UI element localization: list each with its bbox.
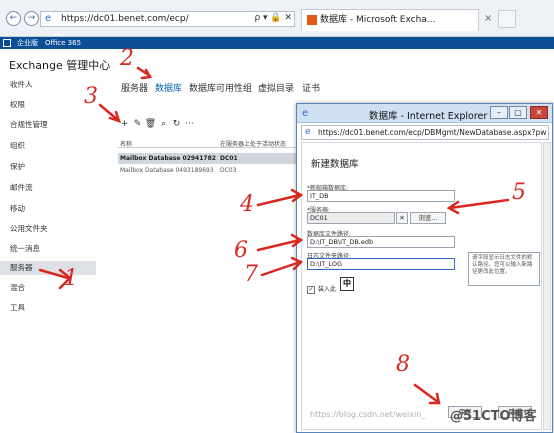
edit-icon[interactable]: ✎ bbox=[131, 119, 144, 129]
address-tools[interactable]: ρ ▾ 🔒 ✕ bbox=[252, 11, 296, 27]
mount-checkbox[interactable]: ✓ bbox=[307, 285, 315, 294]
nav-item-servers[interactable]: 服务器 bbox=[0, 261, 96, 275]
annotation-arrow-2 bbox=[136, 66, 153, 80]
ime-indicator: 中 bbox=[340, 277, 354, 291]
delete-icon[interactable]: 🗑 bbox=[144, 119, 157, 129]
log-path-tooltip: 请字段显示日志文件的默认路径。您可以输入新路径更改此位置。 bbox=[468, 252, 540, 286]
form-title: 新建数据库 bbox=[311, 159, 359, 170]
more-icon[interactable]: ··· bbox=[183, 119, 196, 129]
annotation-arrow-6 bbox=[256, 233, 304, 252]
log-path-input[interactable]: D:\IT_LOG bbox=[307, 258, 455, 270]
row-server: DC03 bbox=[220, 167, 237, 174]
nav-item-unified-messaging[interactable]: 统一消息 bbox=[0, 242, 96, 256]
annotation-number-2: 2 bbox=[120, 46, 134, 71]
annotation-number-5: 5 bbox=[512, 180, 526, 205]
db-name-input[interactable]: IT_DB bbox=[307, 190, 455, 202]
table-row[interactable]: Mailbox Database 0493189693 DC03 bbox=[118, 165, 298, 176]
annotation-number-3: 3 bbox=[84, 84, 98, 109]
row-name: Mailbox Database 02941782... bbox=[120, 155, 216, 162]
address-url: https://dc01.benet.com/ecp/ bbox=[61, 14, 189, 24]
exchange-tab-icon bbox=[307, 15, 317, 25]
column-active-server[interactable]: 在服务器上处于活动状态 bbox=[220, 139, 286, 148]
nav-item-mobile[interactable]: 移动 bbox=[0, 202, 96, 216]
mount-label: 装入此 bbox=[318, 286, 337, 293]
toolbar: + ✎ 🗑 ⌕ ↻ ··· bbox=[118, 119, 298, 131]
office365-bar: 企业版 Office 365 bbox=[0, 37, 554, 49]
office-logo-icon bbox=[3, 39, 11, 47]
close-button[interactable]: ✕ bbox=[530, 106, 548, 119]
server-input[interactable]: DC01 bbox=[307, 212, 395, 224]
browse-button[interactable]: 浏览... bbox=[410, 212, 446, 224]
back-arrow-icon: ← bbox=[9, 13, 18, 23]
popup-scrollbar[interactable] bbox=[543, 142, 551, 430]
ie-logo-icon: e bbox=[302, 108, 309, 119]
nav-item-tools[interactable]: 工具 bbox=[0, 301, 96, 315]
browser-toolbar: ← → e https://dc01.benet.com/ecp/ ρ ▾ 🔒 … bbox=[0, 0, 554, 37]
annotation-number-4: 4 bbox=[240, 192, 254, 217]
tab-virtual-directories[interactable]: 虚拟目录 bbox=[258, 81, 294, 94]
ie-logo-icon: e bbox=[45, 13, 52, 24]
annotation-arrow-4 bbox=[256, 188, 304, 207]
mount-option[interactable]: ✓ 装入此 bbox=[307, 284, 336, 294]
nav-item-mail-flow[interactable]: 邮件流 bbox=[0, 181, 96, 195]
maximize-button[interactable]: ▢ bbox=[509, 106, 527, 119]
popup-url: https://dc01.benet.com/ecp/DBMgmt/NewDat… bbox=[318, 128, 547, 137]
minimize-button[interactable]: – bbox=[490, 106, 508, 119]
nav-item-compliance[interactable]: 合规性管理 bbox=[0, 118, 96, 132]
row-server: DC01 bbox=[220, 155, 238, 162]
nav-item-organization[interactable]: 组织 bbox=[0, 139, 96, 153]
annotation-number-1: 1 bbox=[64, 266, 78, 291]
popup-titlebar[interactable]: e 数据库 - Internet Explorer – ▢ ✕ bbox=[297, 104, 552, 123]
refresh-icon[interactable]: ↻ bbox=[170, 119, 183, 129]
forward-arrow-icon: → bbox=[27, 13, 36, 23]
tab-close-icon[interactable]: × bbox=[484, 13, 492, 24]
watermark: https://blog.csdn.net/weixin_ bbox=[310, 410, 426, 419]
tab-servers[interactable]: 服务器 bbox=[121, 81, 148, 94]
nav-item-hybrid[interactable]: 混合 bbox=[0, 281, 96, 295]
add-icon[interactable]: + bbox=[118, 119, 131, 129]
new-tab-button[interactable] bbox=[498, 10, 516, 28]
browser-tab[interactable]: 数据库 - Microsoft Excha... bbox=[301, 9, 479, 31]
annotation-number-8: 8 bbox=[396, 352, 410, 377]
o365-link-enterprise[interactable]: 企业版 bbox=[17, 37, 38, 49]
table-header: 名称 在服务器上处于活动状态 bbox=[118, 138, 298, 148]
table-row[interactable]: Mailbox Database 02941782... DC01 bbox=[118, 153, 298, 164]
nav-item-recipients[interactable]: 收件人 bbox=[0, 78, 96, 92]
tab-title: 数据库 - Microsoft Excha... bbox=[320, 15, 436, 25]
nav-item-protection[interactable]: 保护 bbox=[0, 160, 96, 174]
tab-certificates[interactable]: 证书 bbox=[302, 81, 320, 94]
clear-server-icon[interactable]: ✕ bbox=[396, 212, 408, 224]
search-icon[interactable]: ⌕ bbox=[157, 119, 170, 129]
nav-item-public-folders[interactable]: 公用文件夹 bbox=[0, 222, 96, 236]
db-path-input[interactable]: D:\IT_DB\IT_DB.edb bbox=[307, 236, 455, 248]
tab-dag[interactable]: 数据库可用性组 bbox=[189, 81, 252, 94]
back-button[interactable]: ← bbox=[6, 11, 21, 26]
annotation-number-7: 7 bbox=[244, 262, 258, 287]
brand-logo: @51CTO博客 bbox=[450, 409, 537, 424]
new-database-window: e 数据库 - Internet Explorer – ▢ ✕ e https:… bbox=[296, 103, 553, 433]
page-title: Exchange 管理中心 bbox=[9, 59, 111, 72]
new-database-form: 新建数据库 *新邮箱数据库: IT_DB *服务器: DC01 ✕ 浏览... … bbox=[301, 142, 542, 430]
forward-button[interactable]: → bbox=[24, 11, 39, 26]
row-name: Mailbox Database 0493189693 bbox=[120, 167, 214, 174]
nav-item-permissions[interactable]: 权限 bbox=[0, 98, 96, 112]
annotation-number-6: 6 bbox=[234, 238, 248, 263]
tab-databases[interactable]: 数据库 bbox=[155, 81, 182, 94]
o365-link-office365[interactable]: Office 365 bbox=[45, 37, 81, 49]
popup-address-bar[interactable]: e https://dc01.benet.com/ecp/DBMgmt/NewD… bbox=[301, 125, 549, 140]
popup-title: 数据库 - Internet Explorer bbox=[369, 111, 488, 122]
ie-logo-icon: e bbox=[305, 127, 311, 137]
annotation-arrow-3 bbox=[98, 103, 121, 123]
column-name[interactable]: 名称 bbox=[120, 139, 132, 148]
